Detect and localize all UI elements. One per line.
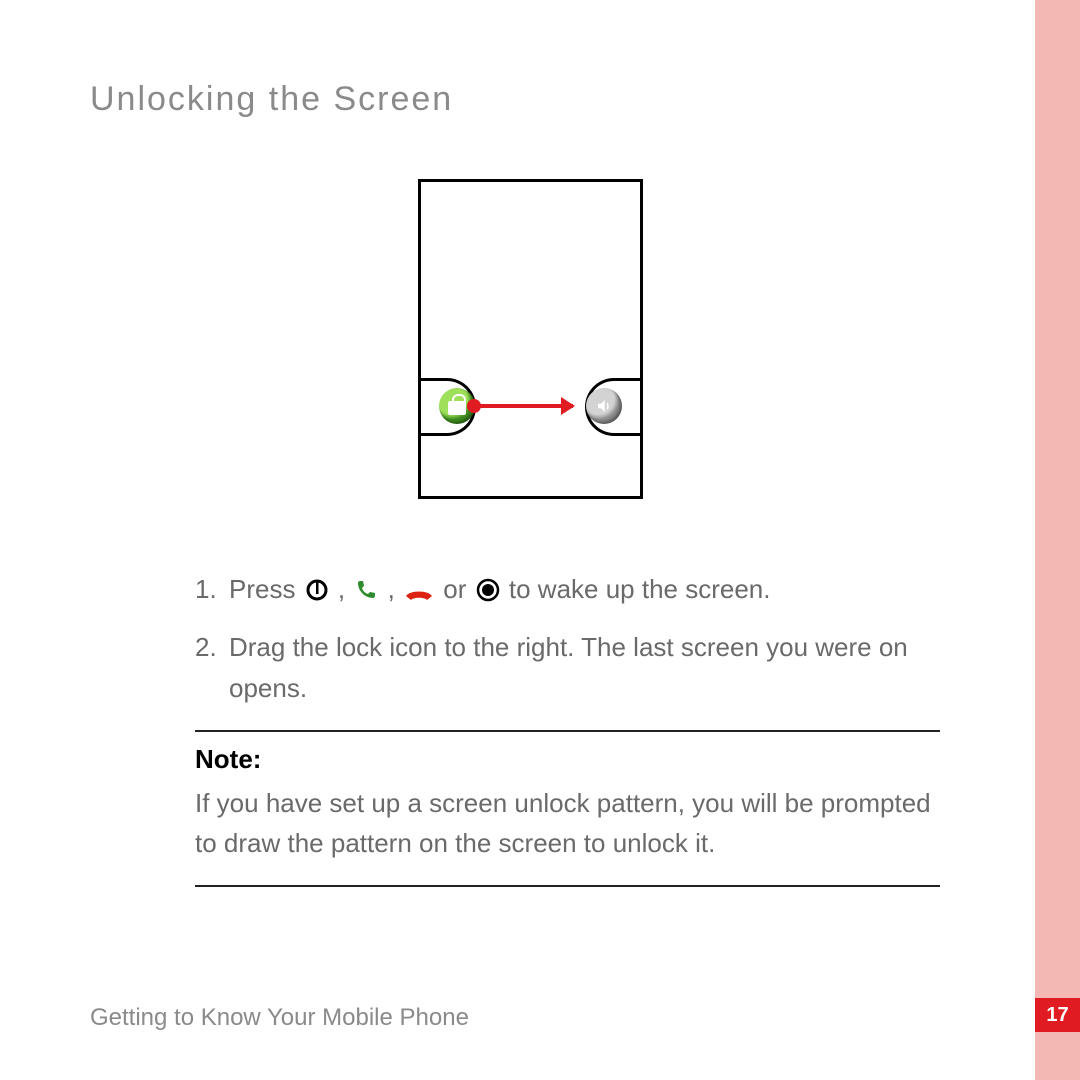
step-text: Drag the lock icon to the right. The las…: [229, 627, 940, 708]
note-heading: Note:: [195, 744, 970, 775]
instruction-step: 1. Press , , or to wake up the s: [195, 569, 940, 613]
step-number: 1.: [195, 569, 229, 613]
step-text: Press , , or to wake up the screen.: [229, 569, 940, 613]
text-fragment: Press: [229, 574, 303, 604]
step-number: 2.: [195, 627, 229, 708]
divider: [195, 730, 940, 732]
separator: ,: [388, 574, 402, 604]
instruction-step: 2. Drag the lock icon to the right. The …: [195, 627, 940, 708]
note-body: If you have set up a screen unlock patte…: [195, 783, 940, 864]
drag-arrow-icon: [473, 404, 573, 408]
manual-page: 17 Unlocking the Screen 1. Press ,: [0, 0, 1080, 1080]
illustration: [90, 179, 970, 499]
text-fragment: to wake up the screen.: [509, 574, 771, 604]
divider: [195, 885, 940, 887]
separator: ,: [338, 574, 352, 604]
section-footer: Getting to Know Your Mobile Phone: [90, 1004, 469, 1032]
page-title: Unlocking the Screen: [90, 80, 970, 119]
page-number-badge: 17: [1035, 998, 1080, 1032]
phone-green-icon: [354, 573, 378, 613]
phone-outline: [418, 179, 643, 499]
power-icon: [305, 573, 329, 613]
section-tab-band: [1035, 0, 1080, 1080]
phone-red-icon: [404, 573, 434, 613]
sound-icon: [586, 388, 622, 424]
text-fragment: or: [443, 574, 466, 604]
instruction-list: 1. Press , , or to wake up the s: [195, 569, 940, 708]
dot-circle-icon: [476, 573, 500, 613]
